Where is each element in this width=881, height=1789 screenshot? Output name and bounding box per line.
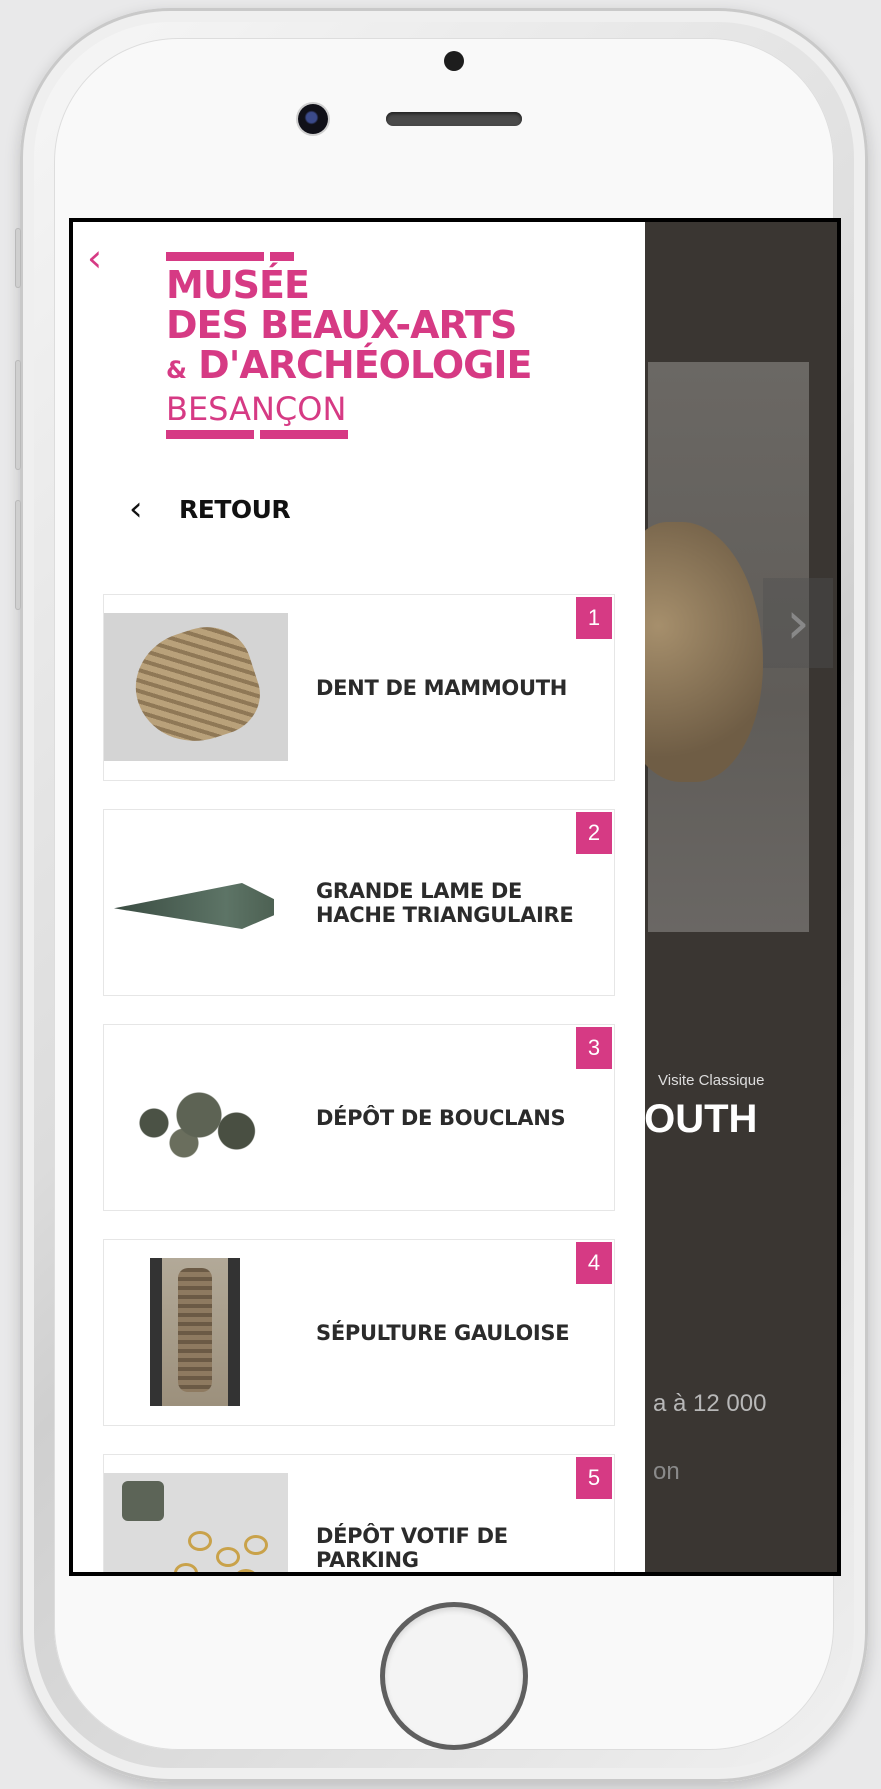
list-item[interactable]: 2 GRANDE LAME DE HACHE TRIANGULAIRE bbox=[103, 809, 615, 996]
artwork-thumbnail bbox=[104, 1258, 288, 1406]
item-title: DÉPÔT VOTIF DE PARKING bbox=[316, 1523, 508, 1572]
artwork-thumbnail bbox=[104, 828, 288, 976]
next-arrow-icon[interactable]: › bbox=[763, 578, 833, 668]
logo-line-text: D'ARCHÉOLOGIE bbox=[198, 343, 532, 387]
front-camera bbox=[298, 104, 328, 134]
logo-line-city: BESANÇON bbox=[166, 390, 347, 428]
back-label: RETOUR bbox=[179, 494, 291, 524]
artwork-thumbnail bbox=[104, 1043, 288, 1191]
chevron-left-icon: ‹ bbox=[129, 489, 143, 529]
navigation-drawer: ‹ MUSÉE DES BEAUX-ARTS & D'ARCHÉOLOGIE B… bbox=[73, 222, 645, 1572]
item-title: SÉPULTURE GAULOISE bbox=[316, 1320, 570, 1345]
volume-down-button bbox=[15, 500, 21, 610]
artwork-thumbnail bbox=[104, 1473, 288, 1572]
logo-line: DES BEAUX-ARTS bbox=[166, 303, 517, 347]
background-description-line: on bbox=[653, 1458, 680, 1485]
home-button[interactable] bbox=[385, 1607, 523, 1745]
background-artwork-title: IOUTH bbox=[633, 1097, 758, 1141]
proximity-sensor bbox=[444, 51, 464, 71]
list-item[interactable]: 3 DÉPÔT DE BOUCLANS bbox=[103, 1024, 615, 1211]
back-button[interactable]: ‹ RETOUR bbox=[129, 484, 291, 534]
earpiece-speaker bbox=[386, 112, 522, 126]
logo-line: MUSÉE bbox=[166, 263, 310, 307]
item-title: GRANDE LAME DE HACHE TRIANGULAIRE bbox=[316, 878, 574, 927]
logo-ampersand: & bbox=[166, 356, 187, 384]
item-title: DENT DE MAMMOUTH bbox=[316, 675, 568, 700]
background-visit-type: Visite Classique bbox=[658, 1072, 765, 1089]
volume-up-button bbox=[15, 360, 21, 470]
list-item[interactable]: 1 DENT DE MAMMOUTH bbox=[103, 594, 615, 781]
list-item[interactable]: 5 DÉPÔT VOTIF DE PARKING bbox=[103, 1454, 615, 1572]
item-title: DÉPÔT DE BOUCLANS bbox=[316, 1105, 566, 1130]
logo-line: & D'ARCHÉOLOGIE bbox=[166, 345, 586, 390]
list-item[interactable]: 4 SÉPULTURE GAULOISE bbox=[103, 1239, 615, 1426]
phone-screen: › Visite Classique IOUTH a à 12 000 on ‹… bbox=[69, 218, 841, 1576]
museum-logo: MUSÉE DES BEAUX-ARTS & D'ARCHÉOLOGIE BES… bbox=[166, 252, 586, 439]
mute-switch bbox=[15, 228, 21, 288]
background-description-line: a à 12 000 bbox=[653, 1390, 767, 1417]
artwork-list: 1 DENT DE MAMMOUTH 2 GRANDE LAME DE HACH… bbox=[103, 594, 615, 1572]
artwork-thumbnail bbox=[104, 613, 288, 761]
close-drawer-chevron-icon[interactable]: ‹ bbox=[87, 236, 127, 280]
